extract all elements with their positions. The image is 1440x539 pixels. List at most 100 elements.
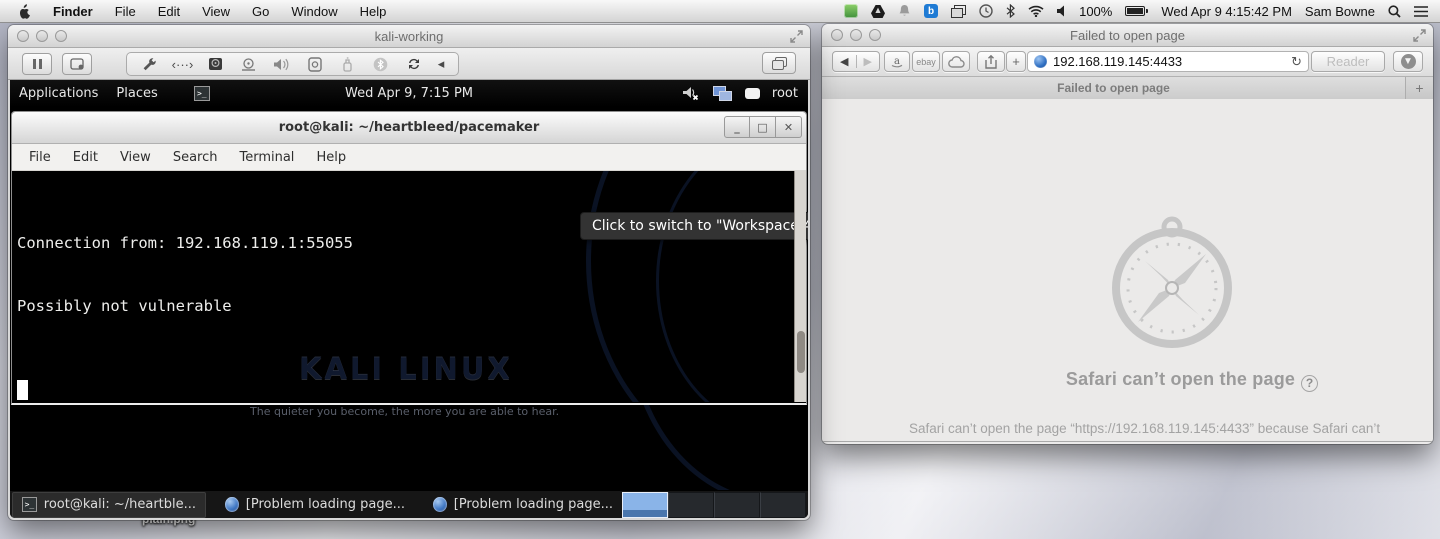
svg-text:a: a [894, 56, 900, 67]
terminal-output-area[interactable]: Connection from: 192.168.119.1:55055 Pos… [12, 171, 806, 402]
menu-view[interactable]: View [202, 4, 230, 19]
macos-menu-bar: Finder File Edit View Go Window Help b 1… [0, 0, 1440, 23]
vm-usb-icon[interactable] [331, 56, 364, 72]
vm-sync-icon[interactable] [397, 57, 430, 71]
tab-failed-to-open-page[interactable]: Failed to open page [822, 77, 1406, 99]
terminal-scrollbar[interactable] [794, 171, 806, 402]
vm-sound-icon[interactable] [265, 58, 298, 71]
safari-toolbar: ◀ ▶ a ebay + 192.168.119.145:4433 ↻ Read… [822, 47, 1433, 77]
taskbar-item-label: root@kali: ~/heartble... [43, 497, 197, 512]
vm-toolbar-collapse-chevron-icon[interactable]: ◂ [430, 56, 452, 72]
taskbar-item-browser-1[interactable]: [Problem loading page... [216, 492, 414, 518]
share-button[interactable] [977, 51, 1005, 72]
terminal-cursor [17, 380, 28, 400]
help-question-button[interactable]: ? [1301, 374, 1319, 392]
new-tab-button[interactable]: + [1406, 77, 1433, 99]
vmware-window: kali-working ‹···› ◂ Applications Places… [8, 25, 810, 520]
vm-display-mode-button[interactable] [762, 52, 796, 74]
terminal-line: Possibly not vulnerable [17, 297, 232, 315]
workspace-switcher [622, 491, 806, 518]
workspace-2[interactable] [668, 491, 714, 518]
wifi-icon[interactable] [1028, 3, 1044, 19]
vm-settings-wrench-icon[interactable] [133, 57, 166, 72]
active-app-name[interactable]: Finder [53, 4, 93, 19]
back-button[interactable]: ◀ [833, 55, 857, 68]
menu-edit[interactable]: Edit [158, 4, 180, 19]
terminal-close-button[interactable]: ✕ [776, 116, 802, 138]
forward-button[interactable]: ▶ [857, 55, 880, 68]
vm-camera-icon[interactable] [298, 56, 331, 72]
download-arrow-icon: ▼ [1400, 54, 1416, 69]
workspace-1[interactable] [622, 491, 668, 518]
blue-b-status-icon[interactable]: b [924, 4, 939, 18]
terminal-menu-edit[interactable]: Edit [62, 150, 109, 165]
battery-icon[interactable] [1125, 6, 1149, 16]
notification-center-icon[interactable] [1414, 3, 1428, 19]
kali-panel-user[interactable]: root [772, 86, 798, 101]
browser-task-icon [225, 497, 239, 512]
kali-top-panel: Applications Places >_ Wed Apr 9, 7:15 P… [10, 80, 808, 107]
new-tab-toolbar-button[interactable]: + [1006, 51, 1026, 72]
workspace-3[interactable] [714, 491, 760, 518]
nav-buttons: ◀ ▶ [832, 51, 880, 72]
kali-wallpaper-tagline: The quieter you become, the more you are… [250, 405, 560, 418]
screens-overlap-icon[interactable] [951, 3, 967, 19]
volume-icon[interactable] [1057, 3, 1066, 19]
menu-file[interactable]: File [115, 4, 136, 19]
taskbar-item-terminal[interactable]: >_ root@kali: ~/heartble... [12, 491, 207, 518]
fullscreen-expand-icon[interactable] [1413, 29, 1426, 42]
terminal-maximize-button[interactable]: □ [750, 116, 776, 138]
tab-label: Failed to open page [1057, 81, 1170, 95]
terminal-menu-view[interactable]: View [109, 150, 162, 165]
apple-logo-icon[interactable] [18, 3, 31, 19]
fullscreen-expand-icon[interactable] [790, 30, 803, 43]
vm-device-icon-group: ‹···› ◂ [126, 52, 459, 76]
safari-titlebar[interactable]: Failed to open page [822, 24, 1433, 47]
terminal-minimize-button[interactable]: _ [724, 116, 750, 138]
time-machine-icon[interactable] [979, 3, 993, 19]
terminal-line: Connection from: 192.168.119.1:55055 [17, 234, 353, 252]
vm-snapshot-button[interactable] [62, 52, 92, 75]
terminal-menu-file[interactable]: File [18, 150, 62, 165]
battery-percent: 100% [1079, 3, 1113, 19]
safari-compass-icon [1112, 216, 1232, 348]
downloads-button[interactable]: ▼ [1393, 51, 1423, 72]
volume-muted-icon[interactable] [682, 86, 701, 102]
vmware-status-icon[interactable] [844, 4, 859, 18]
menu-go[interactable]: Go [252, 4, 269, 19]
kali-desktop-area[interactable]: The quieter you become, the more you are… [10, 405, 808, 490]
vm-pause-button[interactable] [22, 52, 52, 75]
bluetooth-icon[interactable] [1006, 3, 1016, 19]
error-heading-row: Safari can’t open the page? [822, 369, 1433, 392]
menu-help[interactable]: Help [360, 4, 387, 19]
terminal-scrollbar-thumb[interactable] [797, 331, 805, 373]
terminal-titlebar[interactable]: root@kali: ~/heartbleed/pacemaker _ □ ✕ [12, 112, 806, 144]
taskbar-item-browser-2[interactable]: [Problem loading page... [424, 492, 622, 518]
address-bar-url[interactable]: 192.168.119.145:4433 [1053, 54, 1182, 69]
address-bar[interactable]: 192.168.119.145:4433 ↻ [1027, 51, 1309, 72]
vm-bluetooth-icon[interactable] [364, 57, 397, 72]
reload-icon[interactable]: ↻ [1291, 54, 1302, 70]
icloud-button[interactable] [942, 51, 970, 72]
spotlight-search-icon[interactable] [1388, 3, 1401, 19]
drive-status-icon[interactable] [871, 3, 886, 19]
terminal-menu-help[interactable]: Help [305, 150, 357, 165]
amazon-bookmark-button[interactable]: a [884, 51, 910, 72]
vm-network-icon[interactable]: ‹···› [166, 57, 199, 72]
reader-button[interactable]: Reader [1311, 51, 1385, 72]
vmware-titlebar[interactable]: kali-working [8, 25, 810, 48]
vmware-toolbar: ‹···› ◂ [8, 48, 810, 80]
menu-window[interactable]: Window [291, 4, 337, 19]
taskbar-item-label: [Problem loading page... [245, 497, 406, 512]
terminal-menu-terminal[interactable]: Terminal [228, 150, 305, 165]
menubar-user[interactable]: Sam Bowne [1305, 4, 1375, 19]
workspace-4[interactable] [760, 491, 806, 518]
notifications-bell-icon[interactable] [898, 3, 911, 19]
terminal-menu-search[interactable]: Search [162, 150, 229, 165]
menubar-clock[interactable]: Wed Apr 9 4:15:42 PM [1161, 4, 1292, 19]
vm-harddisk-icon[interactable] [199, 57, 232, 71]
network-monitors-icon[interactable] [712, 85, 733, 102]
user-chat-bubble-icon[interactable] [744, 88, 760, 99]
ebay-bookmark-button[interactable]: ebay [912, 51, 940, 72]
vm-cdrom-icon[interactable] [232, 57, 265, 71]
